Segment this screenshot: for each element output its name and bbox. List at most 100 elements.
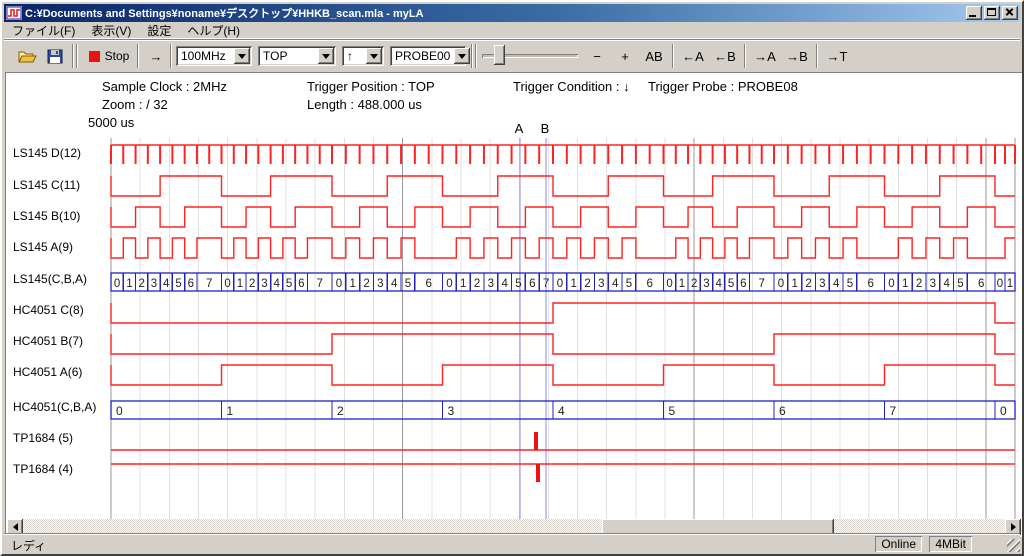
stop-button[interactable]: Stop: [84, 44, 134, 68]
zoom-slider[interactable]: [482, 44, 578, 68]
channel-label[interactable]: TP1684 (4): [13, 462, 73, 478]
channel-label[interactable]: HC4051 A(6): [13, 365, 82, 381]
bus-value: 6: [298, 278, 304, 290]
pulse-TP1684 (5): [534, 432, 538, 450]
toolbar-separator: [471, 44, 473, 68]
bus-value: 2: [337, 404, 344, 418]
channel-label[interactable]: HC4051(C,B,A): [13, 400, 96, 416]
dropdown-arrow-icon[interactable]: [366, 48, 382, 64]
wave-HC4051 B(7): [111, 334, 1015, 354]
bus-value: 3: [261, 278, 267, 290]
save-button[interactable]: [42, 44, 68, 68]
toolbar-separator: [137, 44, 139, 68]
wave-LS145 B(10): [111, 207, 1015, 227]
bus-value: 4: [274, 278, 281, 290]
set-cursor-a-button[interactable]: →A: [750, 44, 780, 68]
bus-value: 6: [425, 278, 431, 290]
channel-label[interactable]: HC4051 B(7): [13, 334, 83, 350]
bus-value: 6: [646, 278, 652, 290]
toolbar-separator: [816, 44, 818, 68]
status-bar: レディ Online 4MBit: [4, 533, 1020, 552]
sample-rate-value: 100MHz: [176, 49, 234, 63]
bus-value: 6: [867, 278, 873, 290]
channel-label[interactable]: LS145 A(9): [13, 240, 73, 256]
menu-view[interactable]: 表示(V): [83, 21, 139, 40]
bus-value: 6: [188, 278, 194, 290]
bus-value: 1: [902, 278, 908, 290]
length-readout: Length : 488.000 us: [307, 97, 422, 112]
waveform-panel: Sample Clock : 2MHz Zoom : / 32 Trigger …: [5, 72, 1023, 537]
bus-value: 0: [1000, 404, 1007, 418]
bus-value: 2: [691, 278, 697, 290]
run-button[interactable]: →: [143, 44, 169, 68]
resize-grip[interactable]: [1007, 539, 1020, 552]
menu-settings[interactable]: 設定: [139, 21, 179, 40]
wave-HC4051 A(6): [111, 365, 1015, 385]
bus-value: 5: [847, 278, 853, 290]
bus-value: 2: [138, 278, 144, 290]
bus-value: 6: [529, 278, 535, 290]
goto-cursor-a-button[interactable]: ←A: [678, 44, 708, 68]
zoom-in-button[interactable]: +: [612, 44, 638, 68]
bus-value: 2: [584, 278, 590, 290]
title-bar[interactable]: C:¥Documents and Settings¥noname¥デスクトップ¥…: [4, 4, 1020, 22]
bus-value: 1: [460, 278, 466, 290]
zoom-readout: Zoom : / 32: [102, 97, 168, 112]
bus-value: 2: [249, 278, 255, 290]
goto-cursor-b-button[interactable]: ←B: [710, 44, 740, 68]
bus-value: 4: [833, 278, 840, 290]
dropdown-arrow-icon[interactable]: [454, 48, 470, 64]
bus-value: 5: [286, 278, 292, 290]
wave-HC4051 C(8): [111, 303, 1015, 323]
trigger-position-combo[interactable]: TOP: [258, 46, 336, 66]
app-window: C:¥Documents and Settings¥noname¥デスクトップ¥…: [0, 0, 1024, 556]
sample-clock-readout: Sample Clock : 2MHz: [102, 79, 227, 94]
scroll-right-icon: [1011, 523, 1020, 531]
waveform-plot[interactable]: 0123456701234567012345601234567012345601…: [110, 132, 1016, 519]
zoom-ab-button[interactable]: AB: [640, 44, 668, 68]
dropdown-arrow-icon[interactable]: [234, 48, 250, 64]
bus-value: 1: [237, 278, 243, 290]
open-button[interactable]: [14, 44, 40, 68]
close-button[interactable]: [1002, 6, 1018, 20]
maximize-button[interactable]: [984, 6, 1000, 20]
toolbar-separator: [475, 44, 477, 68]
wave-LS145 C(11): [111, 176, 1015, 196]
trigger-probe-readout: Trigger Probe : PROBE08: [648, 79, 798, 94]
goto-trigger-button[interactable]: →T: [822, 44, 852, 68]
trigger-edge-combo[interactable]: ↑: [342, 46, 384, 66]
dropdown-arrow-icon[interactable]: [318, 48, 334, 64]
zoom-out-button[interactable]: −: [584, 44, 610, 68]
toolbar-separator: [76, 44, 78, 68]
bus-value: 7: [890, 404, 897, 418]
slider-handle[interactable]: [494, 45, 505, 65]
channel-label[interactable]: LS145 D(12): [13, 146, 81, 162]
menu-file[interactable]: ファイル(F): [4, 21, 83, 40]
trigger-probe-combo[interactable]: PROBE00: [390, 46, 466, 66]
bus-value: 3: [703, 278, 709, 290]
menu-help[interactable]: ヘルプ(H): [179, 21, 248, 40]
bus-value: 2: [805, 278, 811, 290]
bus-value: 0: [666, 278, 672, 290]
toolbar-separator: [672, 44, 674, 68]
minimize-icon: [969, 15, 976, 17]
status-ready-text: レディ: [11, 537, 46, 554]
bus-value: 1: [350, 278, 356, 290]
run-arrow-icon: →: [150, 49, 163, 64]
sample-rate-combo[interactable]: 100MHz: [176, 46, 252, 66]
trigger-probe-value: PROBE00: [390, 49, 454, 63]
bus-value: 4: [943, 278, 950, 290]
bus-value: 5: [669, 404, 676, 418]
channel-label[interactable]: TP1684 (5): [13, 431, 73, 447]
bus-value: 0: [336, 278, 342, 290]
set-cursor-b-button[interactable]: →B: [782, 44, 812, 68]
channel-label[interactable]: LS145 B(10): [13, 209, 80, 225]
channel-label[interactable]: LS145 C(11): [13, 178, 80, 194]
channel-label[interactable]: HC4051 C(8): [13, 303, 84, 319]
bus-value: 4: [501, 278, 508, 290]
bus-value: 5: [405, 278, 411, 290]
bus-value: 1: [1007, 278, 1013, 290]
channel-label[interactable]: LS145(C,B,A): [13, 272, 87, 288]
minimize-button[interactable]: [966, 6, 982, 20]
bus-value: 3: [448, 404, 455, 418]
